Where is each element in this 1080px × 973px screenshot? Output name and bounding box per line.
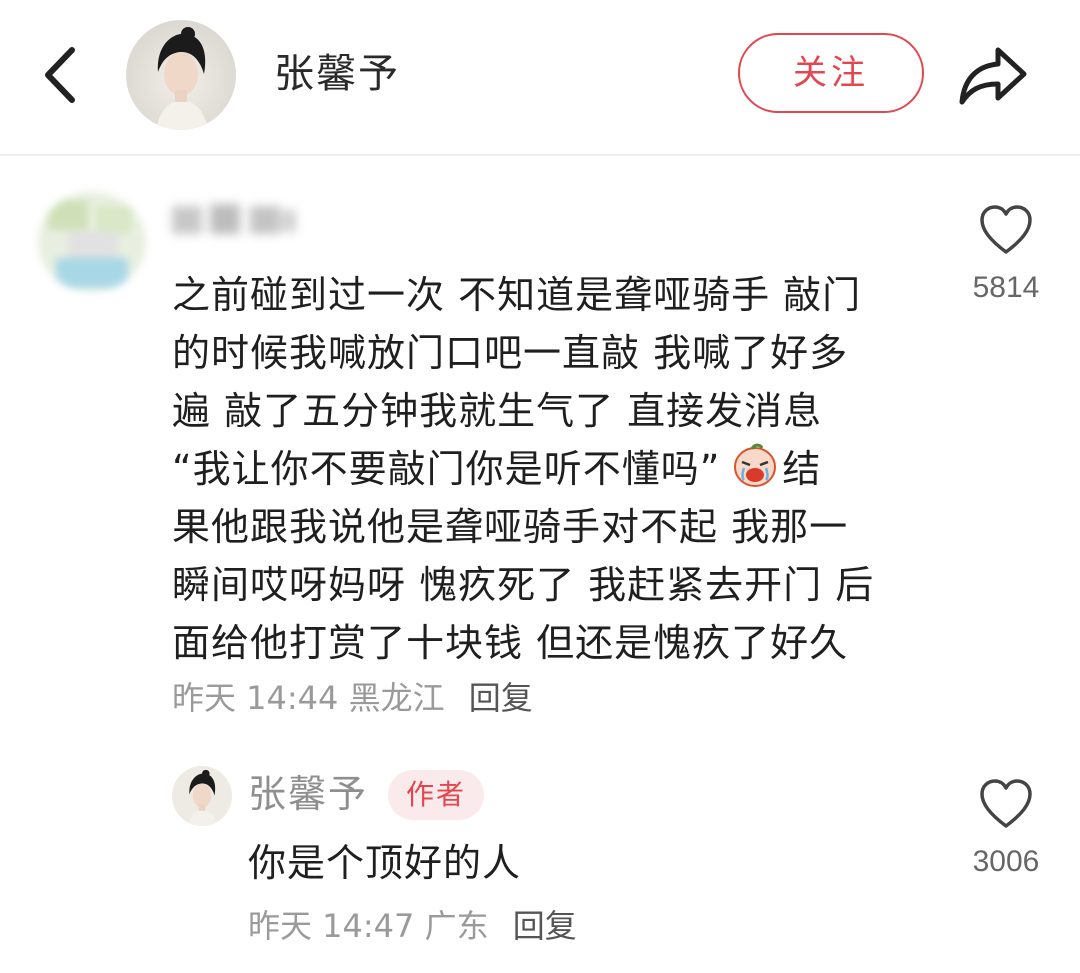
reply-reply-button[interactable]: 回复	[513, 907, 577, 945]
reply-location: 广东	[424, 907, 489, 945]
comment-line: “我让你不要敲门你是听不懂吗” 结	[172, 440, 917, 498]
reply-like-count: 3006	[972, 845, 1040, 878]
comment-line: 瞬间哎呀妈呀 愧疚死了 我赶紧去开门 后	[172, 563, 875, 607]
comment-line: 之前碰到过一次 不知道是聋哑骑手 敲门	[172, 273, 862, 317]
comment-line: 的时候我喊放门口吧一直敲 我喊了好多	[172, 331, 849, 375]
share-icon	[959, 47, 1027, 105]
author-avatar[interactable]	[126, 20, 236, 130]
back-button[interactable]	[38, 44, 88, 106]
commenter-avatar[interactable]	[38, 192, 146, 292]
comment-line: 果他跟我说他是聋哑骑手对不起 我那一	[172, 505, 849, 549]
reply-author-name[interactable]: 张馨予	[248, 768, 368, 820]
commenter-name-blurred[interactable]	[172, 198, 298, 242]
back-icon	[45, 47, 75, 103]
share-button[interactable]	[956, 42, 1032, 108]
comment-location: 黑龙江	[348, 679, 445, 717]
reply-time: 昨天 14:47	[248, 907, 415, 945]
comment-body: 之前碰到过一次 不知道是聋哑骑手 敲门 的时候我喊放门口吧一直敲 我喊了好多 遍…	[172, 266, 917, 672]
comment-page: 张馨予 关注 之前碰到过一次 不知道是聋哑骑手 敲门 的时候我喊放门口吧一直敲 …	[0, 0, 1080, 973]
comment-time: 昨天 14:44	[172, 679, 339, 717]
comment-reply-button[interactable]: 回复	[469, 679, 533, 717]
author-name[interactable]: 张馨予	[274, 48, 400, 100]
reply-author-avatar[interactable]	[172, 766, 232, 826]
author-badge: 作者	[388, 770, 484, 820]
reply-meta: 昨天 14:47 广东 回复	[248, 906, 577, 946]
reply-like-button[interactable]: 3006	[966, 778, 1046, 882]
comment-line: 面给他打赏了十块钱 但还是愧疚了好久	[172, 621, 849, 665]
comment-line-tail: 结	[782, 447, 822, 491]
reply-body: 你是个顶好的人	[248, 841, 522, 885]
comment-meta: 昨天 14:44 黑龙江 回复	[172, 678, 533, 718]
heart-icon	[980, 779, 1032, 828]
top-bar: 张馨予 关注	[0, 0, 1080, 156]
heart-icon	[980, 205, 1032, 254]
follow-button[interactable]: 关注	[738, 33, 924, 113]
comment-line: 遍 敲了五分钟我就生气了 直接发消息	[172, 389, 823, 433]
crying-face-emoji	[732, 442, 778, 488]
comment-like-count: 5814	[972, 271, 1040, 304]
comment-quote: “我让你不要敲门你是听不懂吗”	[172, 447, 721, 491]
comment-like-button[interactable]: 5814	[966, 204, 1046, 308]
